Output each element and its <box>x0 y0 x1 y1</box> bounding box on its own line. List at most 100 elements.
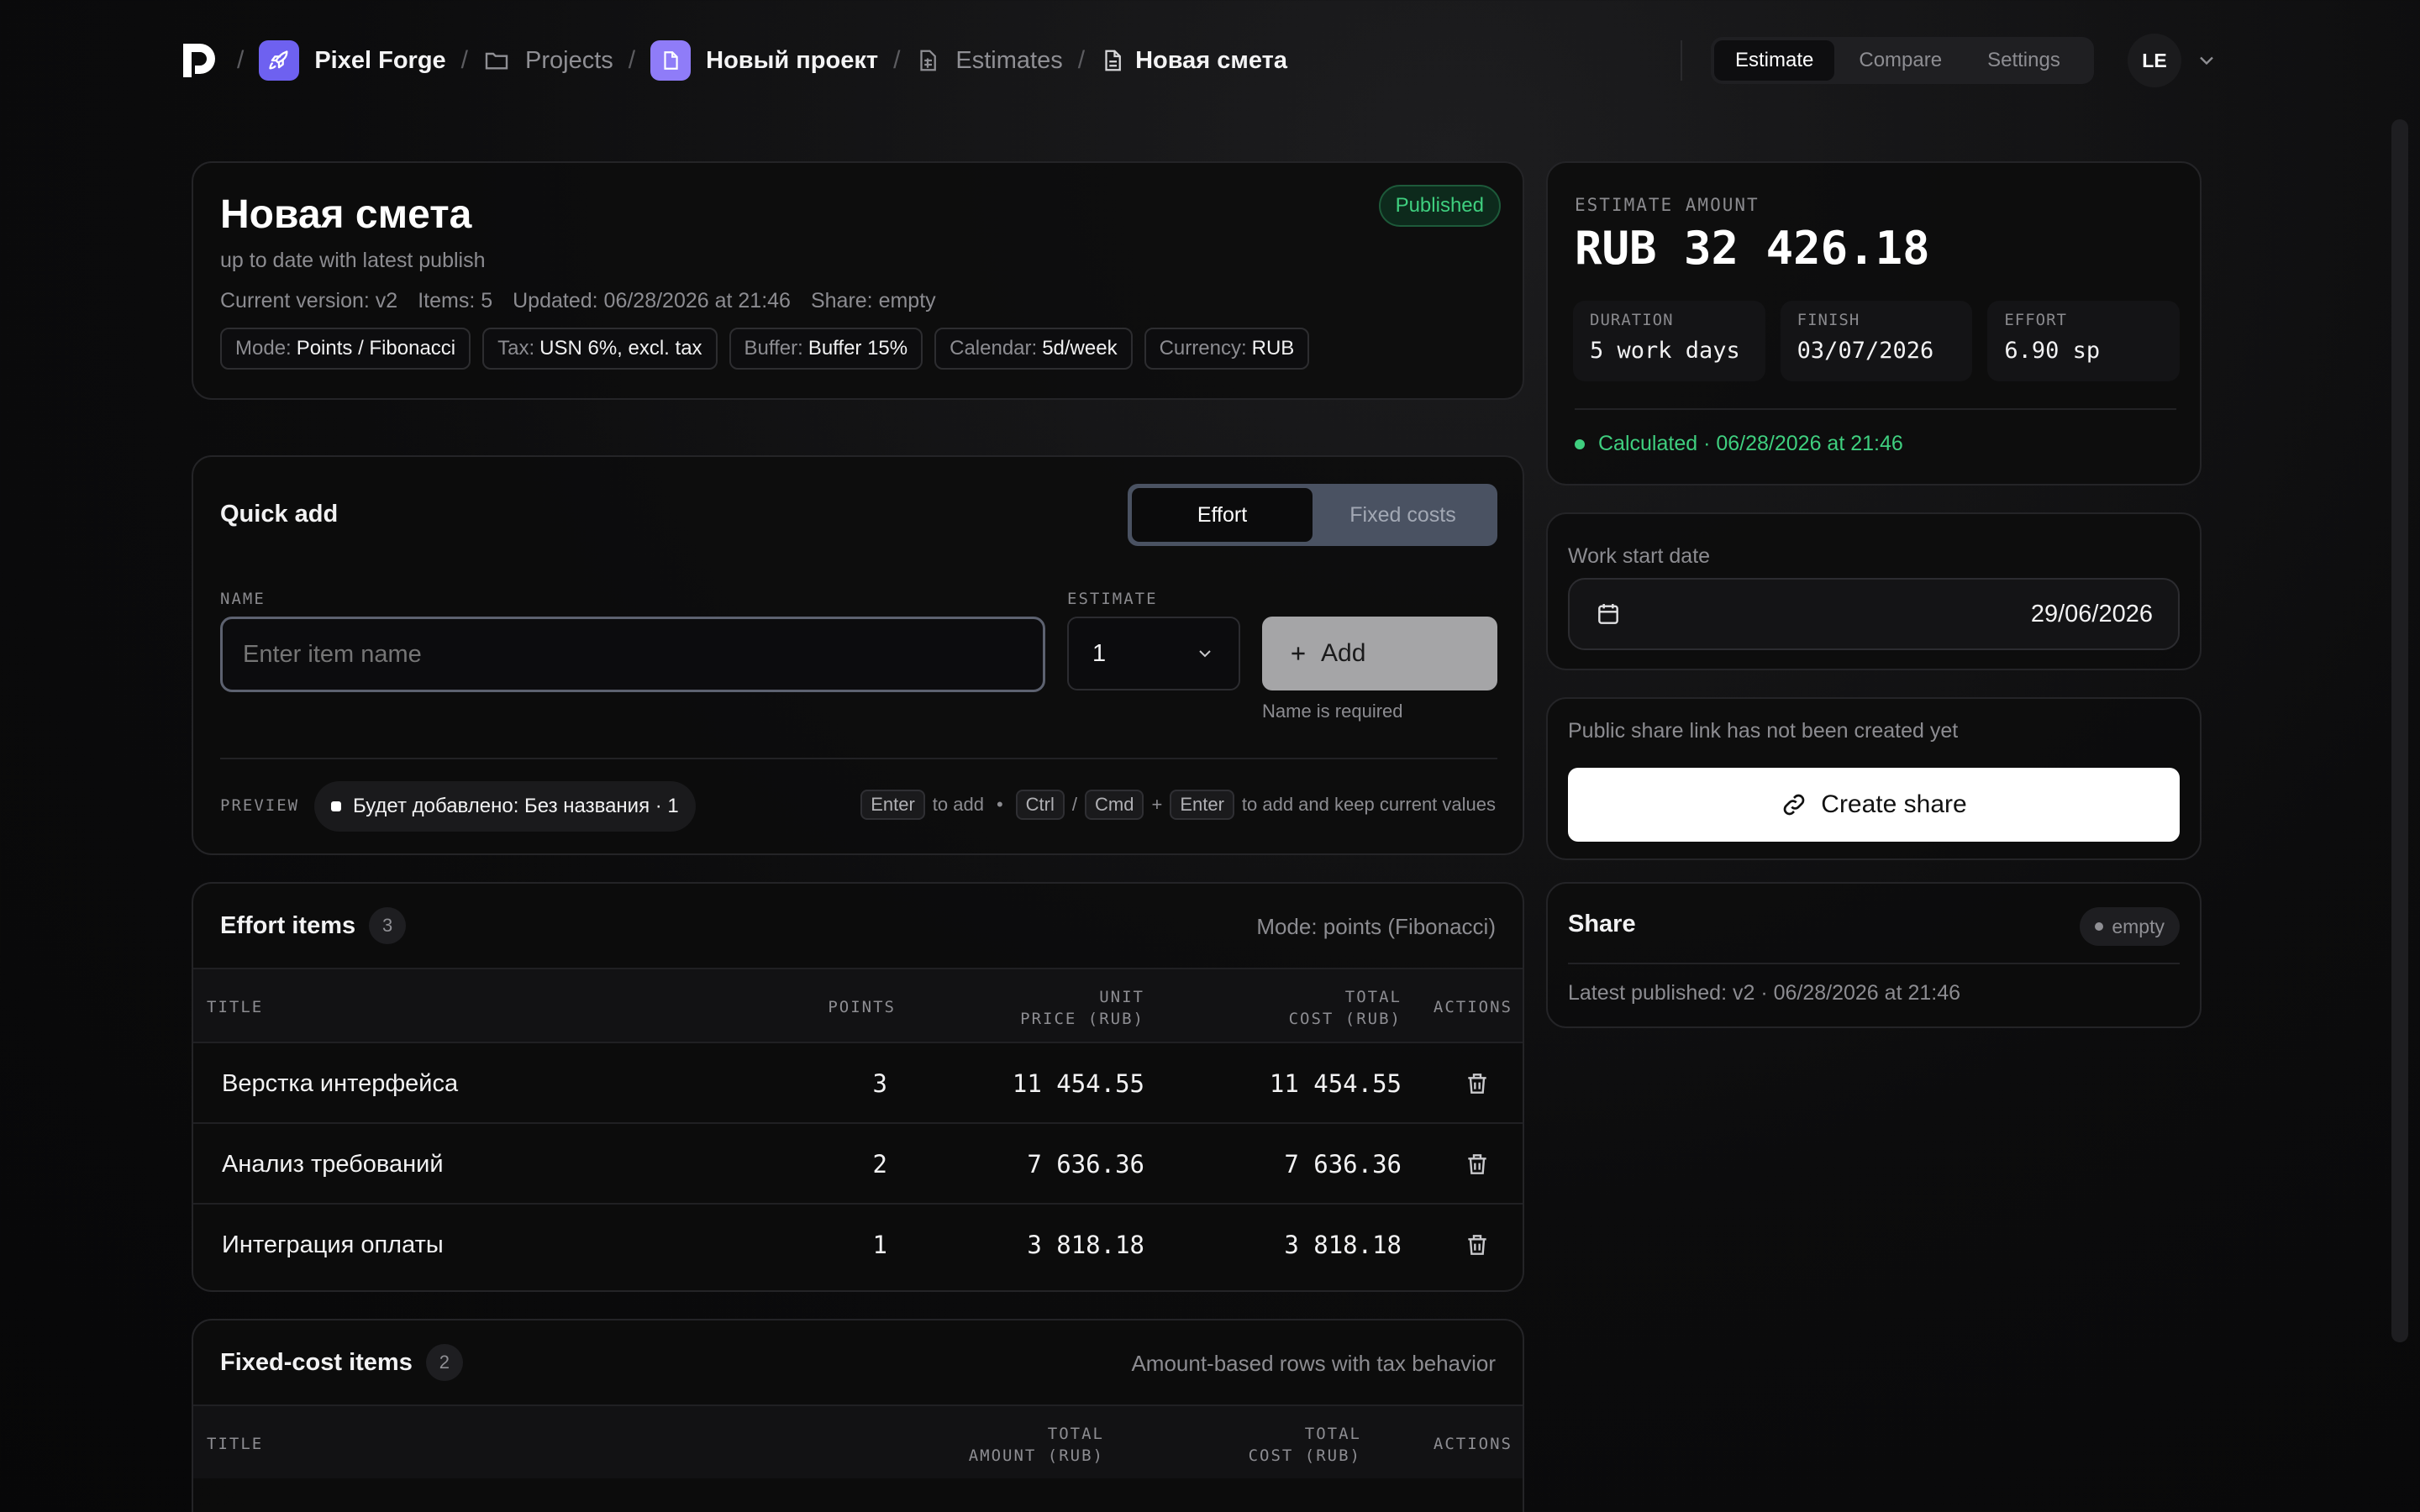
tab-estimate[interactable]: Estimate <box>1714 40 1835 81</box>
share-badge-label: empty <box>2112 915 2165 937</box>
effort-items-title: Effort items <box>220 911 356 939</box>
pill-label: Mode: <box>235 337 292 360</box>
kbd-enter: Enter <box>860 790 925 820</box>
delete-row-button[interactable] <box>1464 1124 1491 1205</box>
folder-icon <box>485 52 508 70</box>
app-logo-icon[interactable] <box>178 39 222 82</box>
page-scrollbar[interactable] <box>2391 119 2408 1342</box>
pill-value: Points / Fibonacci <box>296 337 456 360</box>
breadcrumb-estimates[interactable]: Estimates <box>915 47 1063 75</box>
delete-row-button[interactable] <box>1464 1043 1491 1124</box>
col-total-amount-line1: TOTAL <box>1047 1425 1104 1443</box>
trash-icon <box>1468 1235 1486 1255</box>
kbd-enter: Enter <box>1170 790 1234 820</box>
meta-share: Share: empty <box>810 289 936 312</box>
table-row[interactable]: Интеграция оплаты 1 3 818.18 3 818.18 <box>193 1203 1523 1285</box>
row-points[interactable]: 1 <box>644 1205 887 1285</box>
col-total-cost: TOTAL COST (RUB) <box>1150 986 1402 1030</box>
fixed-items-count: 2 <box>425 1344 463 1381</box>
tab-settings[interactable]: Settings <box>1966 40 2081 81</box>
item-type-toggle: Effort Fixed costs <box>1128 484 1497 546</box>
pill-currency[interactable]: Currency: RUB <box>1144 328 1310 370</box>
meta-updated: Updated: 06/28/2026 at 21:46 <box>513 289 791 312</box>
hint-to-add: to add <box>932 794 984 815</box>
calculated-text: Calculated · 06/28/2026 at 21:46 <box>1598 432 1903 455</box>
rocket-icon <box>259 40 300 81</box>
table-row[interactable]: Верстка интерфейса 3 11 454.55 11 454.55 <box>193 1042 1523 1124</box>
row-points[interactable]: 3 <box>644 1043 887 1124</box>
breadcrumb-current-label: Новая смета <box>1135 46 1287 74</box>
create-share-label: Create share <box>1821 790 1967 818</box>
fixed-items-subtitle: Amount-based rows with tax behavior <box>1131 1351 1496 1376</box>
row-total-cost: 11 454.55 <box>1269 1069 1402 1098</box>
fixed-table-header: TITLE TOTAL AMOUNT (RUB) TOTAL COST (RUB… <box>193 1404 1523 1478</box>
estimate-select[interactable]: 1 <box>1067 617 1240 690</box>
divider <box>220 758 1497 759</box>
quick-add-card: Quick add Effort Fixed costs NAME ESTIMA… <box>192 455 1524 855</box>
work-start-date-input[interactable]: 29/06/2026 <box>1568 578 2180 650</box>
delete-row-button[interactable] <box>1464 1205 1491 1285</box>
divider <box>1575 408 2176 410</box>
row-total-cost: 3 818.18 <box>1284 1231 1402 1259</box>
divider <box>1568 963 2180 964</box>
breadcrumb-workspace[interactable]: Pixel Forge <box>259 40 446 81</box>
share-link-card: Public share link has not been created y… <box>1546 697 2202 860</box>
fixed-items-card: Fixed-cost items 2 Amount-based rows wit… <box>192 1319 1524 1512</box>
estimate-header-card: Новая смета Published up to date with la… <box>192 161 1524 400</box>
trash-icon <box>1468 1154 1486 1174</box>
table-row[interactable]: Анализ требований 2 7 636.36 7 636.36 <box>193 1122 1523 1205</box>
chevron-down-icon[interactable] <box>2195 49 2218 72</box>
share-card: Share empty Latest published: v2 · 06/28… <box>1546 882 2202 1028</box>
row-unit-price: 7 636.36 <box>1027 1150 1144 1179</box>
breadcrumb-projects[interactable]: Projects <box>483 47 613 75</box>
share-status-badge: empty <box>2080 907 2180 946</box>
header-divider <box>1681 40 1682 81</box>
col-total-amount-line2: AMOUNT (RUB) <box>968 1446 1104 1465</box>
estimate-select-value: 1 <box>1092 639 1107 667</box>
row-points[interactable]: 2 <box>644 1124 887 1205</box>
breadcrumb-project-label: Новый проект <box>706 46 879 74</box>
pill-value: RUB <box>1251 337 1295 360</box>
breadcrumb-projects-label: Projects <box>525 46 613 74</box>
meta-items: Items: 5 <box>418 289 493 312</box>
col-total-cost: TOTAL COST (RUB) <box>1109 1423 1361 1467</box>
quick-add-title: Quick add <box>220 501 339 528</box>
tab-compare[interactable]: Compare <box>1838 40 1963 81</box>
toggle-effort[interactable]: Effort <box>1132 488 1313 542</box>
status-badge: Published <box>1378 185 1501 227</box>
breadcrumb-project[interactable]: Новый проект <box>650 40 878 81</box>
row-unit-price: 11 454.55 <box>1012 1069 1144 1098</box>
row-title[interactable]: Анализ требований <box>222 1124 444 1205</box>
top-bar: / Pixel Forge / Projects / Новый проект … <box>0 0 2420 119</box>
user-avatar[interactable]: LE <box>2128 34 2181 87</box>
create-share-button[interactable]: Create share <box>1568 768 2180 842</box>
estimate-amount: RUB 32 426.18 <box>1575 222 1930 275</box>
breadcrumb-workspace-label: Pixel Forge <box>314 46 446 74</box>
row-title[interactable]: Интеграция оплаты <box>222 1205 444 1285</box>
preview-text: Будет добавлено: Без названия · 1 <box>353 795 679 817</box>
col-unit-price: UNIT PRICE (RUB) <box>892 986 1144 1030</box>
row-unit-price: 3 818.18 <box>1027 1231 1144 1259</box>
stat-effort-value: 6.90 sp <box>2004 338 2101 364</box>
add-button[interactable]: Add <box>1262 617 1497 690</box>
preview-label: PREVIEW <box>220 796 300 815</box>
row-title[interactable]: Верстка интерфейса <box>222 1043 458 1124</box>
work-start-date-value: 29/06/2026 <box>2030 600 2153 627</box>
stat-effort-label: EFFORT <box>2004 311 2067 329</box>
pill-mode[interactable]: Mode: Points / Fibonacci <box>220 328 471 370</box>
breadcrumb-current: Новая смета <box>1100 47 1287 75</box>
share-title: Share <box>1568 911 1636 937</box>
pill-buffer[interactable]: Buffer: Buffer 15% <box>729 328 923 370</box>
stat-finish-value: 03/07/2026 <box>1797 338 1934 364</box>
pill-calendar[interactable]: Calendar: 5d/week <box>934 328 1133 370</box>
breadcrumb-separator: / <box>237 46 245 74</box>
hint-plus: + <box>1151 794 1163 815</box>
item-name-input[interactable] <box>220 617 1045 692</box>
meta-version: Current version: v2 <box>220 289 398 312</box>
preview-chip: Будет добавлено: Без названия · 1 <box>314 781 696 832</box>
col-total-cost-line1: TOTAL <box>1344 988 1402 1006</box>
pill-tax[interactable]: Tax: USN 6%, excl. tax <box>482 328 718 370</box>
col-points: POINTS <box>828 998 896 1016</box>
hint-slash: / <box>1071 794 1077 815</box>
toggle-fixed-costs[interactable]: Fixed costs <box>1313 488 1493 542</box>
